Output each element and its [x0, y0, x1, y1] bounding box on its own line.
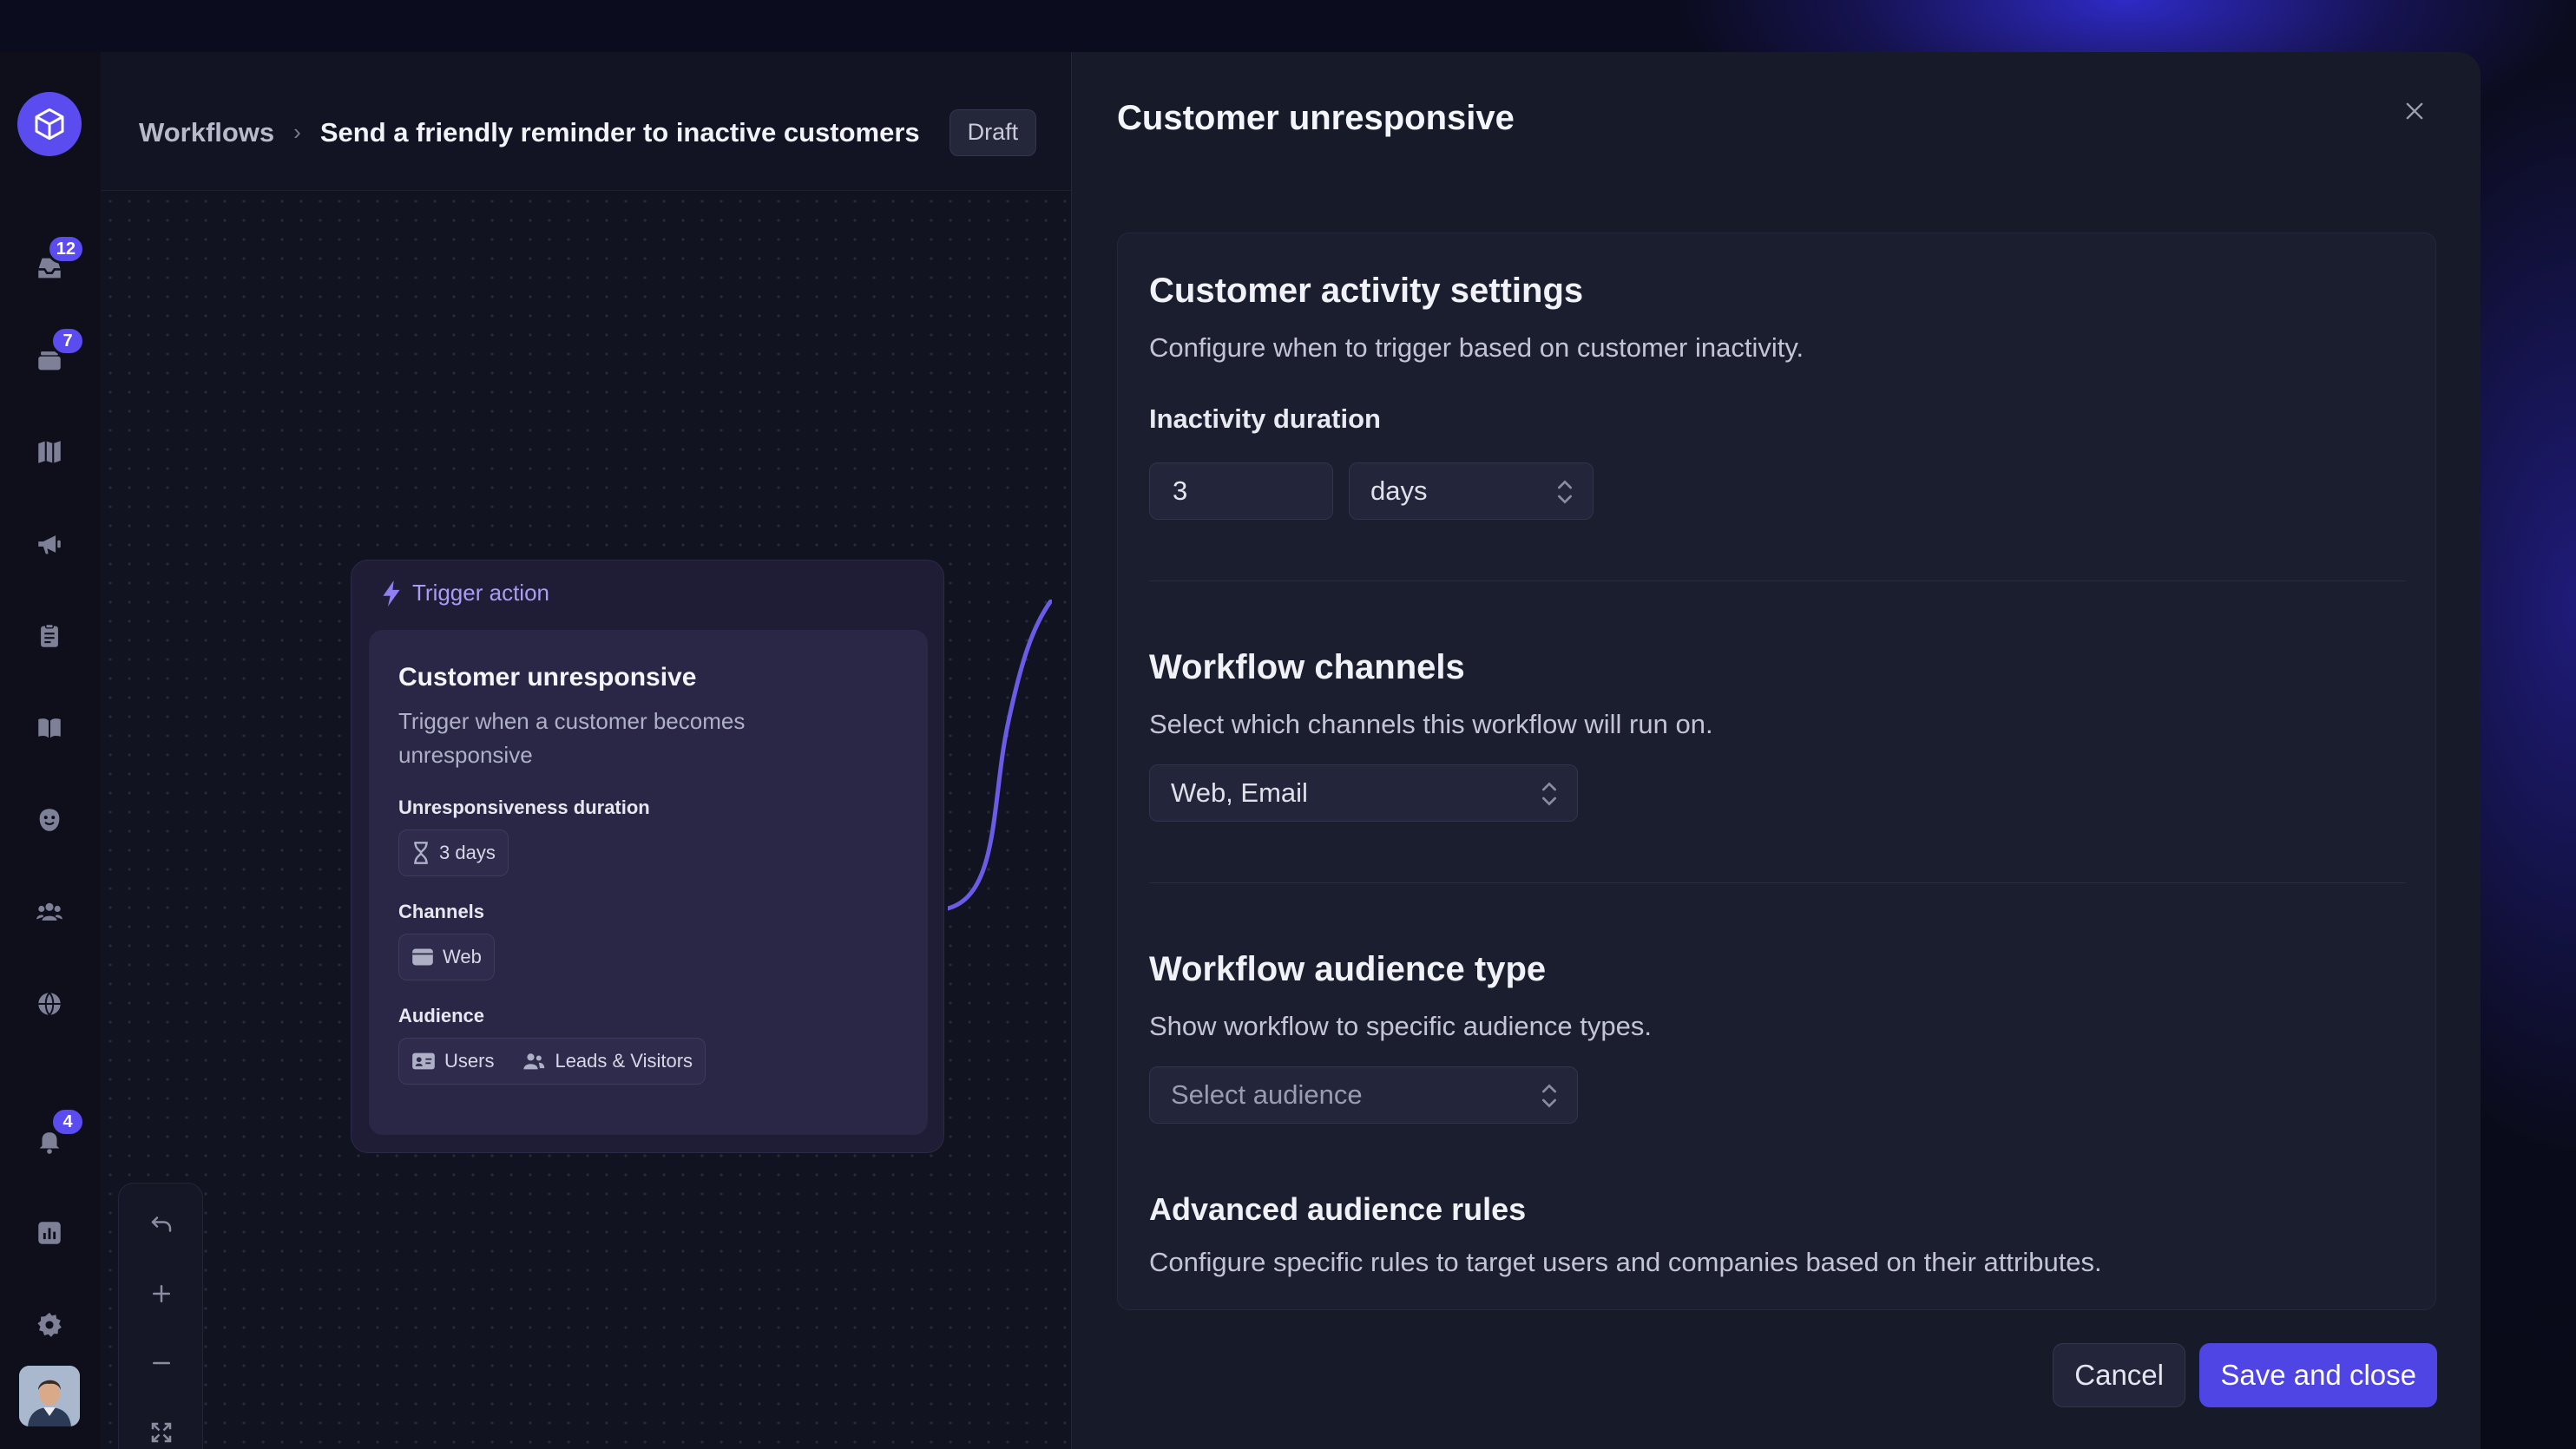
fit-view-icon [151, 1422, 172, 1443]
advanced-rules-description: Configure specific rules to target users… [1149, 1247, 2102, 1277]
connector-line [948, 600, 1052, 911]
minus-icon [153, 1361, 170, 1365]
trigger-node[interactable]: Trigger action Customer unresponsive Tri… [351, 560, 944, 1153]
advanced-rules-heading: Advanced audience rules [1149, 1191, 1527, 1227]
hourglass-icon [414, 842, 428, 864]
audience-chip: Users Leads & Visitors [398, 1038, 706, 1085]
trigger-node-card[interactable]: Customer unresponsive Trigger when a cus… [369, 630, 928, 1135]
inactivity-duration-input[interactable]: 3 [1149, 462, 1333, 520]
duration-chip: 3 days [398, 829, 509, 876]
rail-item-contacts[interactable] [26, 888, 73, 935]
rail-item-articles[interactable] [26, 613, 73, 659]
activity-heading: Customer activity settings [1149, 272, 1584, 310]
audience-leads-label: Leads & Visitors [555, 1050, 693, 1072]
workflow-title[interactable]: Send a friendly reminder to inactive cus… [320, 117, 920, 148]
node-audience-label: Audience [398, 1005, 485, 1026]
channel-chip: Web [398, 934, 495, 980]
node-title: Customer unresponsive [398, 663, 697, 692]
app-logo[interactable] [17, 92, 82, 156]
avatar-portrait-icon [19, 1366, 80, 1426]
rail-item-settings[interactable] [26, 1301, 73, 1348]
breadcrumb-workflows-link[interactable]: Workflows [139, 117, 274, 148]
section-divider [1149, 580, 2406, 581]
rail-item-outbound[interactable] [26, 521, 73, 567]
breadcrumb-separator: › [293, 119, 301, 145]
cube-icon [35, 108, 64, 141]
clipboard-icon [41, 623, 58, 647]
people-icon [523, 1053, 545, 1070]
channel-chip-label: Web [443, 946, 482, 967]
section-divider [1149, 882, 2406, 883]
browser-icon [412, 948, 433, 966]
map-icon [38, 441, 61, 463]
zoom-in-button[interactable] [143, 1275, 180, 1312]
inbox-badge: 12 [46, 234, 85, 264]
save-and-close-button[interactable]: Save and close [2199, 1343, 2437, 1407]
rail-item-inbox[interactable]: 12 [26, 234, 85, 292]
chevron-updown-icon [1558, 480, 1572, 504]
users-icon [36, 902, 62, 921]
duration-unit-value: days [1370, 475, 1428, 506]
audience-users-label: Users [444, 1050, 495, 1072]
rail-item-bots[interactable] [26, 797, 73, 843]
channels-heading: Workflow channels [1149, 648, 1465, 686]
node-channels-label: Channels [398, 901, 485, 922]
close-button[interactable] [2397, 94, 2432, 128]
audience-select[interactable]: Select audience [1149, 1066, 1578, 1124]
audience-select-placeholder: Select audience [1171, 1079, 1363, 1110]
bolt-icon [383, 580, 400, 606]
duration-unit-select[interactable]: days [1349, 462, 1594, 520]
audience-description: Show workflow to specific audience types… [1149, 1011, 1652, 1041]
panel-title: Customer unresponsive [1117, 99, 1515, 137]
plus-icon [153, 1285, 170, 1302]
status-badge: Draft [949, 108, 1037, 156]
bot-icon [39, 809, 60, 831]
close-icon [2406, 102, 2423, 120]
inactivity-duration-label: Inactivity duration [1149, 403, 1381, 434]
undo-button[interactable] [143, 1206, 180, 1242]
channels-description: Select which channels this workflow will… [1149, 709, 1713, 739]
workflow-canvas[interactable]: Trigger action Customer unresponsive Tri… [101, 192, 1073, 1449]
trigger-node-header-label: Trigger action [412, 580, 549, 606]
cancel-button[interactable]: Cancel [2053, 1343, 2185, 1407]
trigger-settings-panel: Customer unresponsive Customer activity … [1071, 52, 2481, 1449]
fit-view-button[interactable] [143, 1414, 180, 1449]
activity-description: Configure when to trigger based on custo… [1149, 332, 1804, 363]
id-card-icon [412, 1052, 435, 1070]
book-icon [38, 718, 61, 738]
rail-item-channels[interactable] [26, 980, 73, 1027]
node-duration-label: Unresponsiveness duration [398, 797, 650, 818]
node-description: Trigger when a customer becomes unrespon… [398, 708, 746, 768]
breadcrumb: Workflows › Send a friendly reminder to … [101, 52, 1073, 191]
settings-card: Customer activity settings Configure whe… [1117, 233, 2436, 1310]
audience-heading: Workflow audience type [1149, 950, 1547, 988]
duration-chip-label: 3 days [439, 842, 496, 863]
rail-item-knowledge[interactable] [26, 705, 73, 751]
rail-item-map[interactable] [26, 429, 73, 475]
chevron-updown-icon [1542, 782, 1556, 806]
globe-icon [38, 992, 61, 1016]
trigger-node-header: Trigger action [381, 580, 549, 606]
zoom-out-button[interactable] [143, 1345, 180, 1381]
left-rail: 12 7 4 [0, 52, 101, 1449]
app-window: 12 7 4 Workflows › Send a friendly remin… [0, 52, 2481, 1449]
channels-select-value: Web, Email [1171, 777, 1308, 808]
gear-icon [37, 1312, 62, 1337]
reports-icon [38, 1222, 61, 1244]
channels-select[interactable]: Web, Email [1149, 764, 1578, 822]
notifications-badge: 4 [50, 1107, 85, 1137]
tickets-badge: 7 [50, 326, 85, 356]
chevron-updown-icon [1542, 1084, 1556, 1108]
rail-item-tickets[interactable]: 7 [26, 326, 85, 384]
canvas-controls [118, 1183, 203, 1449]
user-avatar[interactable] [19, 1366, 80, 1426]
undo-icon [151, 1216, 172, 1232]
rail-item-notifications[interactable]: 4 [26, 1107, 85, 1164]
rail-item-reports[interactable] [26, 1210, 73, 1256]
megaphone-icon [38, 535, 61, 554]
